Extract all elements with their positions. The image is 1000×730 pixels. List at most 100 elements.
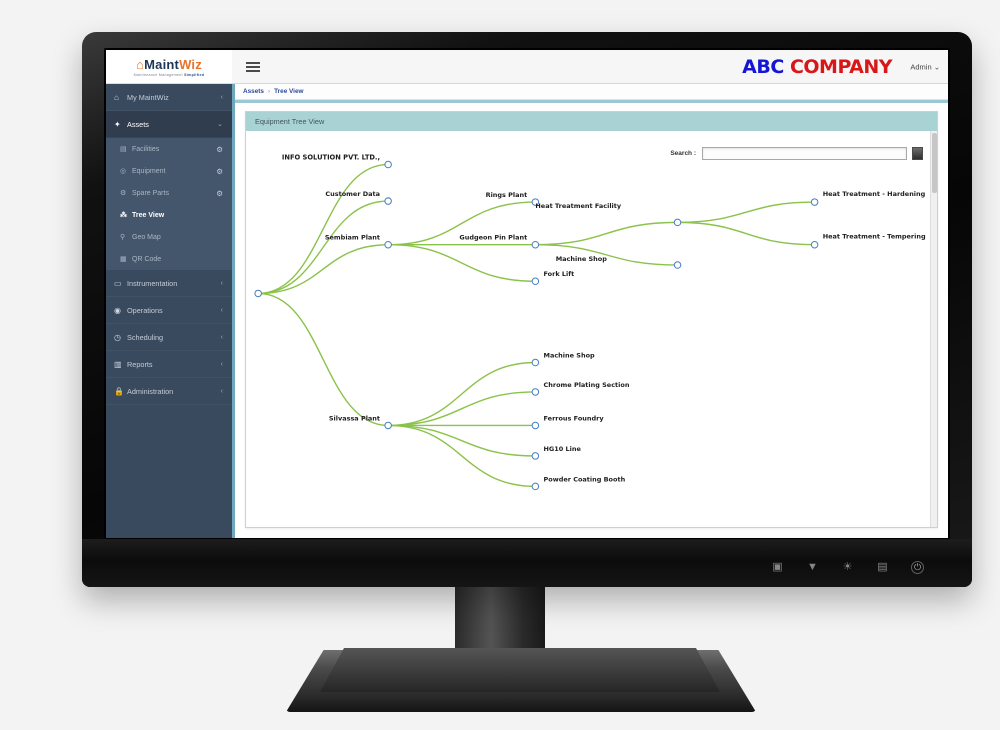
tree-node[interactable] [531,482,540,491]
tree-link [677,221,815,246]
tree-node[interactable] [673,261,682,269]
tree-link [388,424,536,457]
chevron-left-icon: ‹ [220,360,223,368]
company-brand-company: COMPANY [789,55,893,78]
tree-node-label: Silvassa Plant [329,414,380,422]
tree-node-label: Sembiam Plant [325,234,380,242]
tree-link [388,244,536,282]
tree-node[interactable] [531,421,540,430]
tree-link [258,200,389,295]
app-body: ⌂ My MaintWiz ‹ ✦ Assets ⌄ ▤ Facilities … [106,84,948,538]
tree-node[interactable] [531,277,540,286]
tree-node-label: Ferrous Foundry [544,414,605,422]
administration-icon: 🔒 [114,386,124,396]
tree-node-label: Heat Treatment Facility [535,202,622,210]
tree-node[interactable] [810,240,819,249]
breadcrumb-separator: › [267,88,271,95]
sidebar-item-label: Operations [127,305,163,315]
tree-node[interactable] [384,160,392,169]
tree-node-label: Rings Plant [486,191,528,199]
map-pin-icon: ⚲ [120,234,126,241]
sidebar-item-geo-map[interactable]: ⚲ Geo Map [106,226,232,248]
sidebar-item-spare-parts[interactable]: ⚙ Spare Parts ⚙ [106,182,232,204]
home-icon: ⌂ [114,92,119,102]
sidebar-item-label: Instrumentation [127,278,178,288]
sidebar-item-scheduling[interactable]: ◷ Scheduling ‹ [106,324,232,351]
sidebar-item-qr-code[interactable]: ▦ QR Code [106,248,232,270]
logo-tagline-b: Simplified [184,72,205,77]
gear-icon[interactable]: ⚙ [216,145,223,154]
tree-link [535,221,678,246]
monitor-bezel: ⌂MaintWiz Maintenance Management Simplif… [82,32,972,587]
tree-node[interactable] [531,358,540,367]
hamburger-menu-icon[interactable] [246,61,260,72]
breadcrumb-parent[interactable]: Assets [243,88,264,95]
tree-node[interactable] [384,421,392,430]
tree-node-label: Chrome Plating Section [544,381,630,389]
tree-node[interactable] [384,240,392,249]
tree-node[interactable] [531,452,540,460]
maintwiz-app: ⌂MaintWiz Maintenance Management Simplif… [106,50,948,538]
panel-scrollbar[interactable] [930,131,937,527]
building-icon: ▤ [120,146,127,153]
tree-node[interactable] [254,289,262,298]
tree-node-label: Heat Treatment - Tempering [823,233,926,241]
monitor-stand-base-top [320,648,720,692]
sidebar-item-label: Administration [127,386,174,396]
tree-node[interactable] [384,197,392,205]
sidebar-item-tree-view[interactable]: ⁂ Tree View [106,204,232,226]
company-brand-abc: ABC [742,55,784,78]
sidebar-item-assets[interactable]: ✦ Assets ⌄ [106,111,232,138]
input-source-button[interactable]: ▣ [771,561,784,574]
equipment-tree-diagram[interactable]: INFO SOLUTION PVT. LTD., Customer Data Sem… [246,131,937,527]
sidebar-item-equipment[interactable]: ◎ Equipment ⚙ [106,160,232,182]
qr-code-icon: ▦ [120,256,127,263]
instrumentation-icon: ▭ [114,278,122,288]
tree-node-label: Fork Lift [544,270,575,278]
tree-node[interactable] [810,198,819,206]
sidebar-item-instrumentation[interactable]: ▭ Instrumentation ‹ [106,270,232,297]
panel-scrollbar-thumb[interactable] [932,133,937,193]
brightness-button[interactable]: ☀ [841,561,854,574]
topbar: ABC COMPANY Admin ⌄ [232,50,948,84]
sidebar-item-operations[interactable]: ◉ Operations ‹ [106,297,232,324]
sidebar-item-facilities[interactable]: ▤ Facilities ⚙ [106,138,232,160]
tree-node[interactable] [531,388,540,396]
tree-links [258,163,815,488]
tree-link [388,361,536,427]
logo-wordmark: ⌂MaintWiz [136,57,202,72]
sidebar-item-label: Assets [127,119,149,129]
admin-dropdown[interactable]: Admin ⌄ [910,62,940,71]
sidebar-item-my-maintwiz[interactable]: ⌂ My MaintWiz ‹ [106,84,232,111]
app-logo[interactable]: ⌂MaintWiz Maintenance Management Simplif… [106,50,232,84]
logo-text-maint: Maint [144,56,180,72]
assets-icon: ✦ [114,119,121,129]
breadcrumb-current: Tree View [274,88,304,95]
sidebar-subitem-label: QR Code [132,255,162,263]
sidebar-item-label: Reports [127,359,153,369]
chevron-left-icon: ‹ [220,279,223,287]
gear-icon[interactable]: ⚙ [216,189,223,198]
tree-node[interactable] [531,240,540,249]
chevron-left-icon: ‹ [220,387,223,395]
equipment-icon: ◎ [120,168,127,175]
sidebar-item-label: Scheduling [127,332,164,342]
settings-button[interactable]: ▤ [876,561,889,574]
tree-node-label: Customer Data [325,190,380,198]
tree-node-label: Machine Shop [556,255,608,263]
menu-down-button[interactable]: ▼ [806,561,819,574]
sidebar-subitem-label: Equipment [132,167,166,175]
sidebar-assets-submenu: ▤ Facilities ⚙ ◎ Equipment ⚙ ⚙ Spare Par… [106,138,232,270]
reports-icon: ▥ [114,359,122,369]
tree-node-label: Machine Shop [544,351,596,359]
sidebar-item-administration[interactable]: 🔒 Administration ‹ [106,378,232,405]
tree-node[interactable] [673,218,682,227]
panel-wrapper: Equipment Tree View Search : INFO SOLUTI… [235,100,948,538]
gear-icon[interactable]: ⚙ [216,167,223,176]
power-button[interactable]: ⏻ [911,561,924,574]
monitor-buttons: ▣ ▼ ☀ ▤ ⏻ [771,561,924,574]
tree-nodes: INFO SOLUTION PVT. LTD., Customer Data Sem… [254,153,926,491]
tree-icon: ⁂ [120,212,127,219]
company-brand: ABC COMPANY [742,56,892,78]
sidebar-item-reports[interactable]: ▥ Reports ‹ [106,351,232,378]
